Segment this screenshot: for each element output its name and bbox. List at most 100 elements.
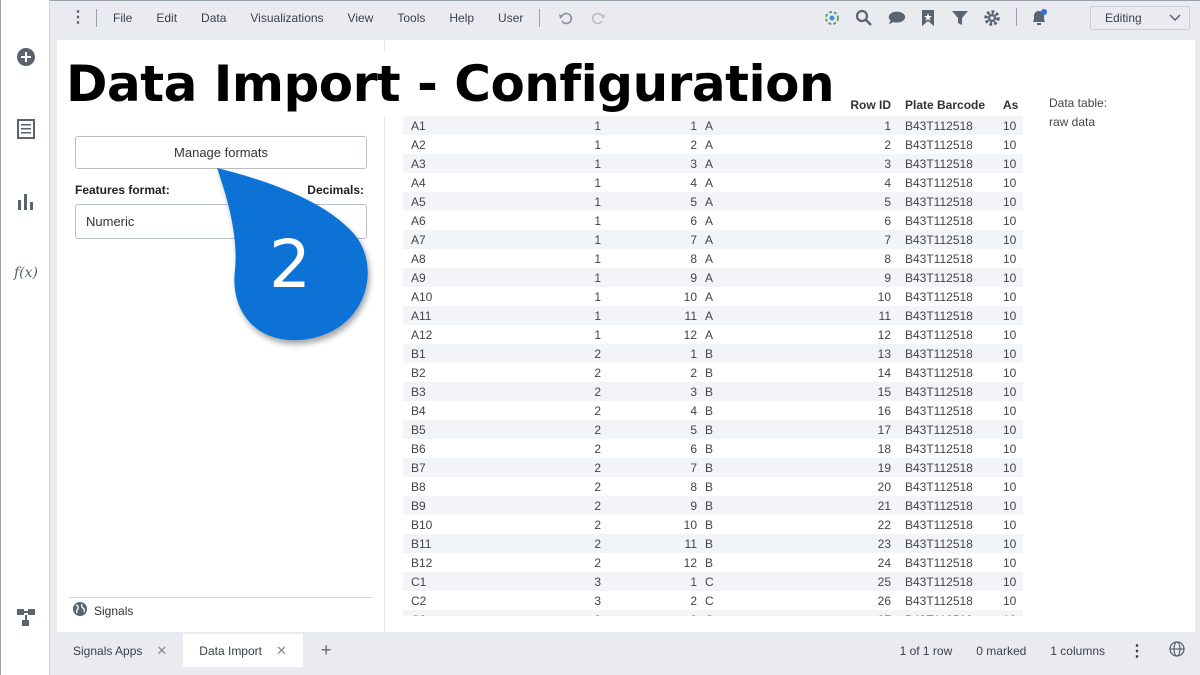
gear-icon[interactable] — [982, 8, 1002, 28]
table-cell: 2 — [594, 346, 601, 361]
table-cell: 12 — [683, 327, 697, 342]
add-tab-icon[interactable]: + — [321, 640, 332, 661]
table-row[interactable]: B10 2 10 B 22 B43T112518 10 — [403, 515, 1023, 534]
bookmark-icon[interactable] — [918, 8, 938, 28]
table-cell: 2 — [594, 441, 601, 456]
table-row[interactable]: A10 1 10 A 10 B43T112518 10 — [403, 287, 1023, 306]
comments-icon[interactable] — [886, 8, 906, 28]
table-row[interactable]: B9 2 9 B 21 B43T112518 10 — [403, 496, 1023, 515]
close-icon[interactable]: ✕ — [156, 643, 167, 659]
table-row[interactable]: B5 2 5 B 17 B43T112518 10 — [403, 420, 1023, 439]
flow-icon[interactable] — [13, 604, 39, 630]
table-cell: 2 — [884, 137, 891, 152]
table-row[interactable]: A5 1 5 A 5 B43T112518 10 — [403, 192, 1023, 211]
close-icon[interactable]: ✕ — [276, 643, 287, 659]
menu-help[interactable]: Help — [449, 11, 474, 25]
kebab-menu-icon[interactable]: ⋮ — [1129, 641, 1145, 661]
table-row[interactable]: B8 2 8 B 20 B43T112518 10 — [403, 477, 1023, 496]
tab-label: Signals Apps — [73, 643, 143, 658]
visualizations-icon[interactable] — [13, 188, 39, 214]
signals-link[interactable]: Signals — [72, 601, 133, 620]
table-cell: A12 — [411, 327, 433, 342]
table-row[interactable]: A7 1 7 A 7 B43T112518 10 — [403, 230, 1023, 249]
table-row[interactable]: A9 1 9 A 9 B43T112518 10 — [403, 268, 1023, 287]
table-row[interactable]: C1 3 1 C 25 B43T112518 10 — [403, 572, 1023, 591]
filter-icon[interactable] — [950, 8, 970, 28]
menu-data[interactable]: Data — [201, 11, 226, 25]
table-cell: A — [705, 137, 714, 152]
signals-label: Signals — [94, 603, 134, 618]
menu-file[interactable]: File — [113, 11, 132, 25]
function-icon[interactable]: f(x) — [13, 260, 39, 286]
table-cell: 1 — [594, 137, 601, 152]
table-cell: B43T112518 — [905, 156, 973, 171]
menu-edit[interactable]: Edit — [156, 11, 177, 25]
menu-visualizations[interactable]: Visualizations — [250, 11, 323, 25]
table-row[interactable]: A6 1 6 A 6 B43T112518 10 — [403, 211, 1023, 230]
table-row[interactable]: A1 1 1 A 1 B43T112518 10 — [403, 116, 1023, 135]
table-row[interactable]: A11 1 11 A 11 B43T112518 10 — [403, 306, 1023, 325]
table-cell: 8 — [884, 251, 891, 266]
search-icon[interactable] — [854, 8, 874, 28]
table-cell: A5 — [411, 194, 426, 209]
table-row[interactable]: A8 1 8 A 8 B43T112518 10 — [403, 249, 1023, 268]
table-cell: 1 — [594, 308, 601, 323]
table-cell: 10 — [1003, 175, 1017, 190]
table-row[interactable]: B1 2 1 B 13 B43T112518 10 — [403, 344, 1023, 363]
table-cell: A — [705, 232, 714, 247]
marked-count: 0 marked — [976, 643, 1027, 658]
table-cell: 6 — [884, 213, 891, 228]
redo-icon[interactable] — [588, 8, 608, 28]
notifications-icon[interactable] — [1029, 8, 1049, 28]
bottom-bar: Signals Apps ✕ Data Import ✕ + 1 of 1 ro… — [57, 634, 1195, 667]
table-cell: 3 — [690, 384, 697, 399]
globe-icon[interactable] — [1169, 641, 1185, 660]
table-row[interactable]: A2 1 2 A 2 B43T112518 10 — [403, 135, 1023, 154]
table-cell: 10 — [1003, 118, 1017, 133]
table-row[interactable]: A4 1 4 A 4 B43T112518 10 — [403, 173, 1023, 192]
table-cell: C — [705, 574, 714, 589]
table-cell: 2 — [594, 460, 601, 475]
table-cell: 10 — [1003, 498, 1017, 513]
table-row[interactable]: B6 2 6 B 18 B43T112518 10 — [403, 439, 1023, 458]
table-cell: 9 — [884, 270, 891, 285]
table-cell: 1 — [594, 232, 601, 247]
data-table-icon[interactable] — [13, 116, 39, 142]
column-count: 1 columns — [1050, 643, 1105, 658]
kebab-menu-icon[interactable]: ⋮ — [70, 9, 92, 25]
table-row[interactable]: B11 2 11 B 23 B43T112518 10 — [403, 534, 1023, 553]
table-row[interactable]: A12 1 12 A 12 B43T112518 10 — [403, 325, 1023, 344]
tab-data-import[interactable]: Data Import ✕ — [183, 634, 303, 667]
table-row[interactable]: B2 2 2 B 14 B43T112518 10 — [403, 363, 1023, 382]
menu-view[interactable]: View — [348, 11, 374, 25]
mode-select[interactable]: Editing — [1090, 6, 1190, 30]
table-row[interactable]: A3 1 3 A 3 B43T112518 10 — [403, 154, 1023, 173]
data-table[interactable]: ter Row ID Plate Barcode As A111A1B43T11… — [403, 94, 1023, 616]
tab-signals-apps[interactable]: Signals Apps ✕ — [57, 634, 183, 667]
table-cell: B43T112518 — [905, 555, 973, 570]
table-row[interactable]: B3 2 3 B 15 B43T112518 10 — [403, 382, 1023, 401]
table-cell: B43T112518 — [905, 346, 973, 361]
table-cell: B43T112518 — [891, 613, 999, 617]
table-cell: A11 — [411, 308, 432, 323]
gear-recommend-icon[interactable] — [822, 8, 842, 28]
menu-tools[interactable]: Tools — [397, 11, 425, 25]
table-cell: C — [697, 613, 837, 617]
table-row[interactable]: C2 3 2 C 26 B43T112518 10 — [403, 591, 1023, 610]
table-cell: 1 — [594, 289, 601, 304]
table-row[interactable]: B4 2 4 B 16 B43T112518 10 — [403, 401, 1023, 420]
table-row[interactable]: C333C27B43T11251810 — [403, 610, 1023, 616]
column-header[interactable]: Row ID — [837, 98, 891, 112]
callout-number: 2 — [269, 226, 311, 303]
table-row[interactable]: B7 2 7 B 19 B43T112518 10 — [403, 458, 1023, 477]
column-header[interactable]: As — [999, 98, 1023, 112]
table-cell: 14 — [877, 365, 891, 380]
table-cell: B43T112518 — [905, 289, 973, 304]
table-row[interactable]: B12 2 12 B 24 B43T112518 10 — [403, 553, 1023, 572]
menu-user[interactable]: User — [498, 11, 523, 25]
undo-icon[interactable] — [556, 8, 576, 28]
column-header[interactable]: Plate Barcode — [891, 98, 999, 112]
add-icon[interactable] — [13, 44, 39, 70]
table-cell: 10 — [1003, 555, 1017, 570]
table-cell: A2 — [411, 137, 426, 152]
